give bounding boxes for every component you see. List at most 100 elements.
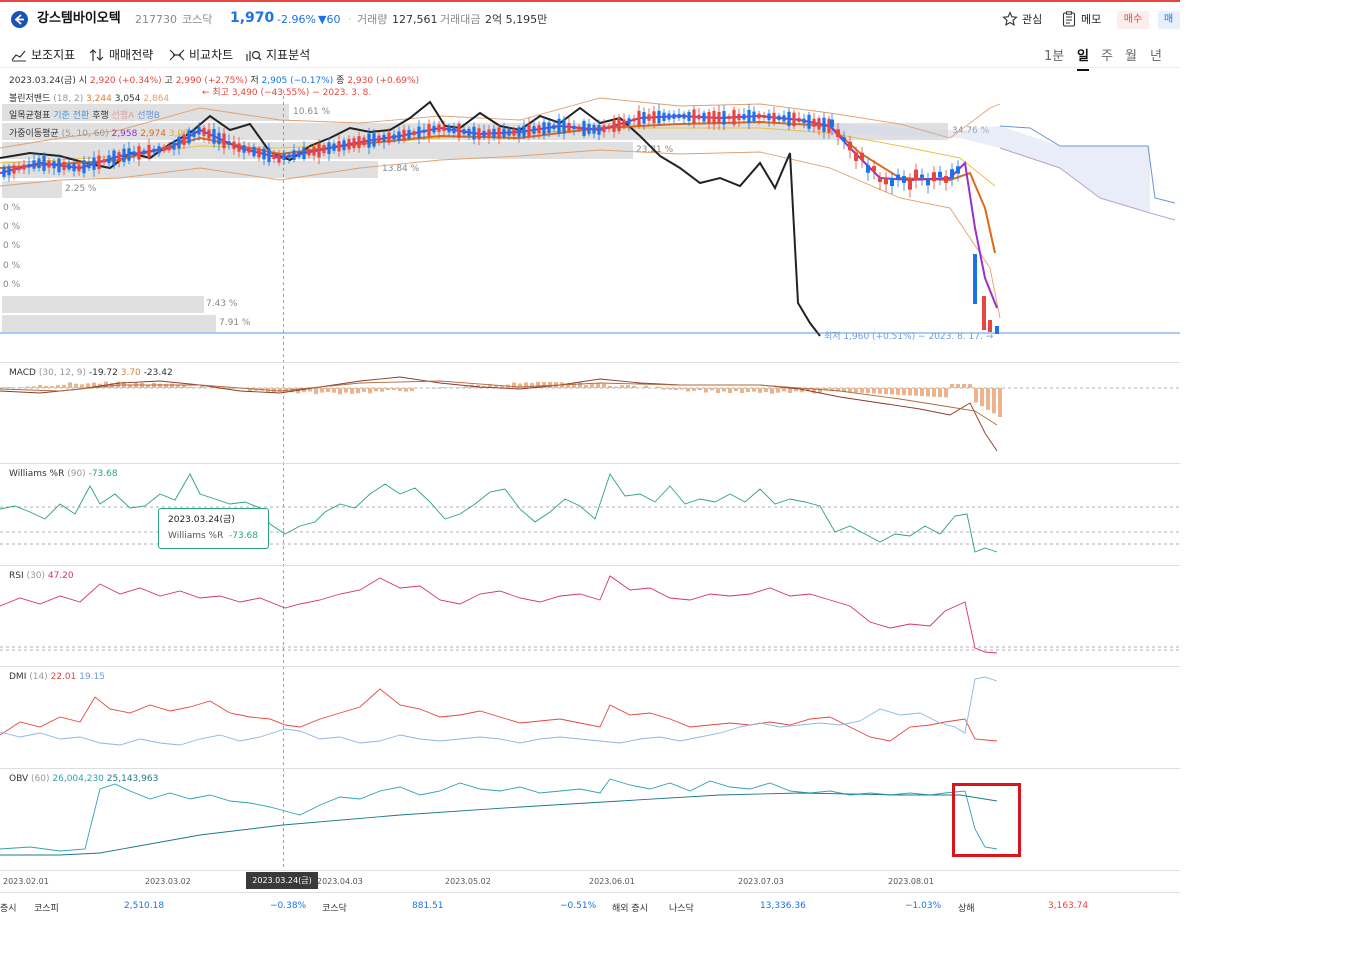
macd-bar <box>410 388 414 392</box>
candle-body <box>392 134 396 140</box>
macd-bar <box>890 388 894 395</box>
macd-bar <box>326 388 330 393</box>
ichimoku-conv: 전환 <box>72 111 90 121</box>
candle-body <box>232 141 236 150</box>
macd-bar <box>884 388 888 395</box>
ohlc-legend: 2023.03.24(금) 시 2,920 (+0.34%) 고 2,990 (… <box>9 77 419 86</box>
candle-body <box>507 129 511 136</box>
candle-body <box>57 158 61 173</box>
candle-body <box>407 129 411 139</box>
stock-chart-app: { "header": { "name": "강스템바이오텍", "code":… <box>0 0 1362 962</box>
bollinger-upper-value: 3,244 <box>86 94 112 104</box>
bollinger-params: (18, 2) <box>53 94 84 104</box>
macd-bar <box>626 384 630 388</box>
candle-body <box>152 148 156 153</box>
macd-bar <box>632 385 636 388</box>
ma-params: (5, 10, 60) <box>61 129 109 139</box>
candle-body <box>537 125 541 134</box>
ticker-label: 해외 증시 <box>612 904 648 912</box>
macd-bar <box>188 386 192 388</box>
candle-body <box>787 111 791 127</box>
candle-body <box>207 129 211 139</box>
indicators-menu[interactable]: 보조지표 <box>11 46 75 63</box>
compare-menu[interactable]: 비교차트 <box>169 46 233 63</box>
magnifier-chart-icon <box>246 50 262 61</box>
high-value: 2,990 (+2.75%) <box>175 76 248 86</box>
bollinger-legend[interactable]: 볼린저밴드 (18, 2) 3,244 3,054 2,864 <box>9 95 169 104</box>
candle-body <box>647 114 651 121</box>
candle-body <box>337 140 341 152</box>
period-year[interactable]: 년 <box>1150 45 1162 64</box>
candle-body <box>197 126 201 135</box>
candle-body <box>812 118 816 127</box>
candle-body <box>302 147 306 160</box>
ma-legend[interactable]: 가중이동평균 (5, 10, 60) 2,958 2,974 3,07 <box>9 130 189 139</box>
candle-body <box>7 166 11 176</box>
interest-button[interactable]: 관심 <box>1022 14 1042 25</box>
memo-button[interactable]: 메모 <box>1081 14 1101 25</box>
macd-bar <box>872 388 876 394</box>
candle-body <box>542 122 546 135</box>
x-label: 2023.06.01 <box>589 877 635 886</box>
candle-body <box>950 169 954 179</box>
price-chart[interactable] <box>0 68 1180 368</box>
x-label: 2023.02.01 <box>3 877 49 886</box>
x-label: 2023.03.02 <box>145 877 191 886</box>
trade-value: 2억 5,195만 <box>485 13 548 26</box>
candle-body <box>502 128 506 138</box>
macd-bar <box>2 387 6 388</box>
candle-body <box>517 127 521 137</box>
dmi-plus-line <box>0 688 998 742</box>
period-month[interactable]: 월 <box>1125 45 1137 64</box>
macd-bar <box>956 384 960 388</box>
dmi-chart[interactable] <box>0 667 1180 767</box>
macd-bar <box>962 384 966 388</box>
macd-bar <box>344 388 348 393</box>
stock-code: 217730 <box>135 13 177 26</box>
candle-body <box>657 110 661 124</box>
candle-body <box>417 126 421 138</box>
buy-button[interactable]: 매수 <box>1117 11 1149 29</box>
analysis-label: 지표분석 <box>266 48 311 62</box>
macd-bar <box>50 386 54 388</box>
candle-body <box>367 133 371 148</box>
macd-bar <box>980 388 984 407</box>
candle-body <box>732 109 736 125</box>
macd-chart[interactable] <box>0 363 1180 463</box>
candle-body <box>317 143 321 158</box>
ticker-label: 상해 <box>958 904 975 912</box>
back-arrow-icon[interactable] <box>11 11 28 28</box>
ma5-value: 2,958 <box>111 129 138 139</box>
candle-body <box>682 113 686 119</box>
macd-bar <box>950 384 954 388</box>
rsi-chart[interactable] <box>0 566 1180 666</box>
candle-body <box>267 148 271 163</box>
candle-body <box>202 127 206 136</box>
macd-bar <box>614 386 618 388</box>
period-week[interactable]: 주 <box>1101 45 1113 64</box>
low-value: 2,905 (−0.17%) <box>261 76 334 86</box>
open-value: 2,920 (+0.34%) <box>89 76 162 86</box>
candle-body <box>692 109 696 124</box>
candle-body <box>672 113 676 119</box>
candle-body <box>12 165 16 174</box>
candle-body <box>637 110 641 126</box>
x-label: 2023.04.03 <box>317 877 363 886</box>
legend-date: 2023.03.24(금) <box>9 76 76 86</box>
analysis-menu[interactable]: 지표분석 <box>246 46 310 63</box>
ichimoku-legend[interactable]: 일목균형표 기준 전환 후행 선행A 선행B <box>9 112 160 121</box>
candle-body <box>432 125 436 133</box>
candle-body <box>67 163 71 170</box>
candle-body <box>747 109 751 124</box>
macd-bar <box>80 384 84 388</box>
macd-bar <box>662 388 666 390</box>
min-price-note: 최저 1,960 (+0.51%) − 2023. 8. 17. → <box>824 332 994 342</box>
ticker-label: 코스닥 <box>322 904 347 912</box>
strategy-menu[interactable]: 매매전략 <box>89 46 153 63</box>
sell-button[interactable]: 매도 <box>1158 11 1180 29</box>
macd-bar <box>932 388 936 397</box>
macd-bar <box>974 388 978 403</box>
period-1min[interactable]: 1분 <box>1044 45 1064 64</box>
candle-body <box>956 166 960 174</box>
candle-body <box>27 163 31 168</box>
